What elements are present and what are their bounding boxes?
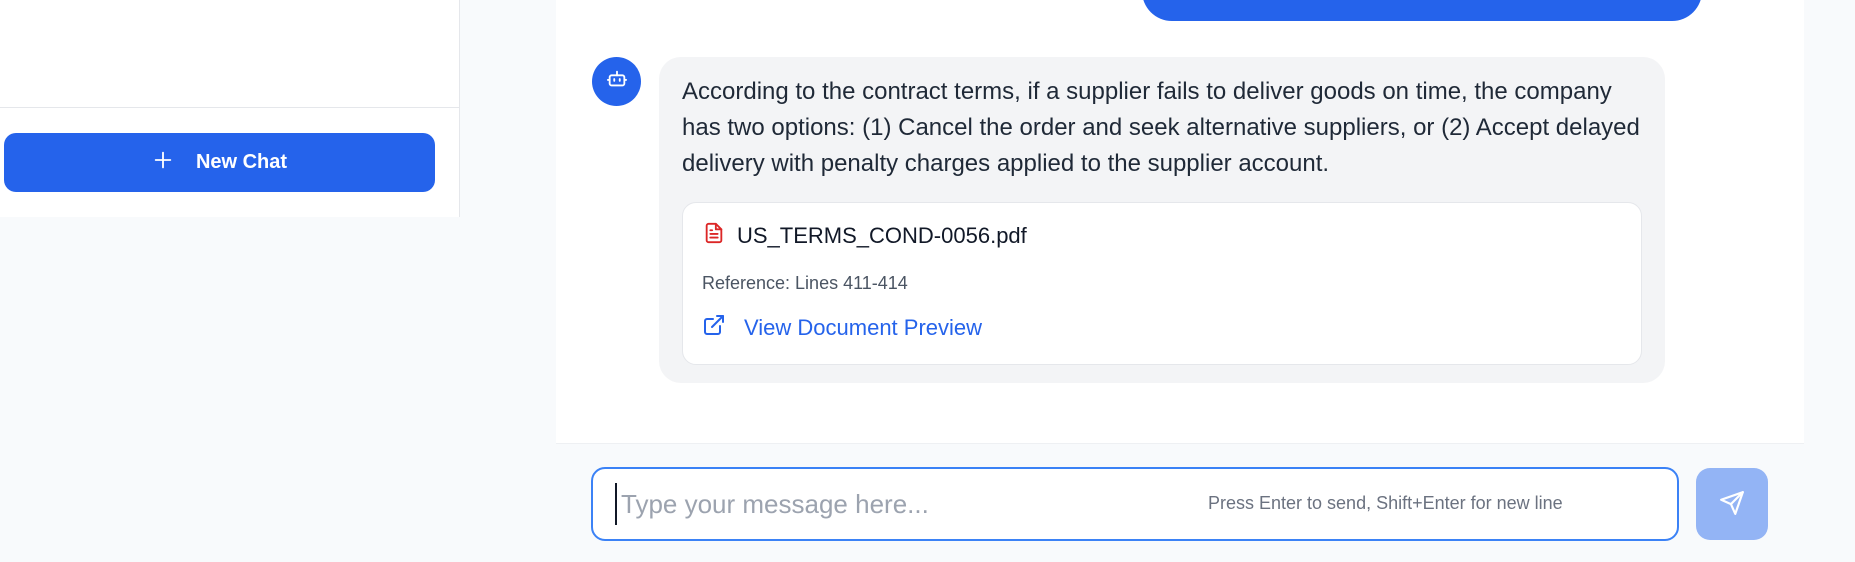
input-hint: Press Enter to send, Shift+Enter for new… [1208,493,1563,513]
source-file-row: US_TERMS_COND-0056.pdf [703,221,1027,250]
source-document-card: US_TERMS_COND-0056.pdf Reference: Lines … [682,202,1642,365]
sidebar: New Chat [0,0,460,217]
new-chat-label: New Chat [195,151,288,173]
sidebar-divider [0,107,460,108]
message-input[interactable] [615,483,1175,525]
source-file-name: US_TERMS_COND-0056.pdf [737,222,1027,248]
new-chat-button[interactable]: New Chat [4,133,435,192]
view-document-preview-label: View Document Preview [744,315,983,340]
pdf-file-icon [703,221,725,250]
bot-message-text: According to the contract terms, if a su… [682,78,1640,177]
bot-avatar [592,57,641,106]
user-message-bubble [1142,0,1702,21]
view-document-preview-link[interactable]: View Document Preview [702,313,982,343]
plus-icon [152,149,174,177]
chat-app: New Chat According to the contract terms… [0,0,1855,562]
message-input-container: Press Enter to send, Shift+Enter for new… [591,467,1679,541]
send-button[interactable] [1696,468,1768,540]
send-icon [1719,490,1745,519]
source-reference: Reference: Lines 411-414 [702,273,908,293]
external-link-icon [702,313,726,343]
robot-icon [606,68,628,95]
